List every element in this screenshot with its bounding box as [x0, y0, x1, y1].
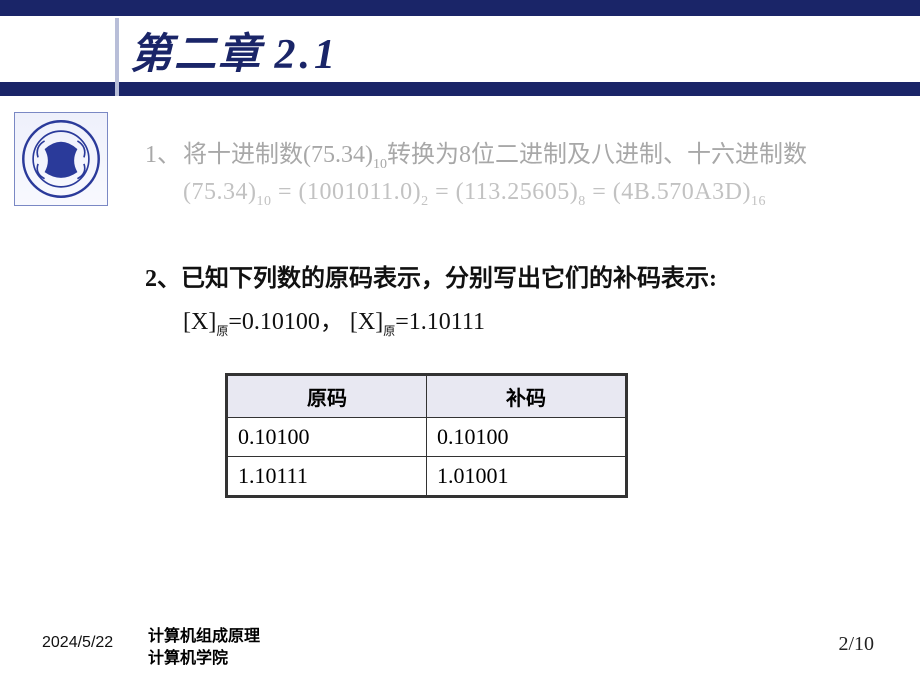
q2-text: 已知下列数的原码表示，分别写出它们的补码表示: — [181, 266, 717, 292]
logo-icon — [20, 118, 102, 200]
q2-prefix: 2、 — [145, 266, 181, 292]
chapter-cn: 第二章 — [130, 32, 262, 78]
q2-x1-pre: [X] — [183, 309, 216, 335]
q1-sub-a: 10 — [373, 157, 387, 172]
slide-content: 1、将十进制数(75.34)10转换为8位二进制及八进制、十六进制数 (75.3… — [145, 134, 885, 498]
footer-course: 计算机组成原理 — [148, 622, 260, 646]
q2-x2-sub: 原 — [383, 324, 395, 338]
chapter-number: 2.1 — [275, 32, 340, 78]
chapter-title: 第二章 2.1 — [130, 20, 339, 81]
q1-equation: (75.34)10 = (1001011.0)2 = (113.25605)8 … — [183, 179, 885, 210]
eq-s3: 8 — [578, 194, 586, 209]
eq-p2: = (1001011.0) — [271, 179, 421, 205]
q2-equation: [X]原=0.10100， [X]原=1.10111 — [183, 301, 885, 339]
cell-r0c1: 0.10100 — [427, 417, 627, 456]
code-table: 原码 补码 0.10100 0.10100 1.10111 1.01001 — [225, 373, 885, 498]
footer-page: 2/10 — [838, 633, 874, 656]
q2-x1-val: =0.10100， — [228, 309, 344, 335]
eq-s1: 10 — [256, 194, 271, 209]
university-logo — [14, 112, 108, 206]
top-accent-bar — [0, 0, 920, 16]
eq-p4: = (4B.570A3D) — [586, 179, 751, 205]
eq-s2: 2 — [421, 194, 429, 209]
table-header-row: 原码 补码 — [227, 374, 627, 417]
q1-prefix: 1、 — [145, 142, 181, 168]
table-row: 1.10111 1.01001 — [227, 456, 627, 496]
question-2: 2、已知下列数的原码表示，分别写出它们的补码表示: — [145, 258, 885, 293]
title-divider — [115, 18, 119, 96]
cell-r1c1: 1.01001 — [427, 456, 627, 496]
eq-s4: 16 — [751, 194, 766, 209]
question-1: 1、将十进制数(75.34)10转换为8位二进制及八进制、十六进制数 — [145, 134, 885, 177]
cell-r1c0: 1.10111 — [227, 456, 427, 496]
q1-text-a: 将十进制数(75.34) — [183, 142, 373, 168]
q2-x2-val: =1.10111 — [395, 309, 485, 335]
table-row: 0.10100 0.10100 — [227, 417, 627, 456]
th-original: 原码 — [227, 374, 427, 417]
title-area: 第二章 2.1 — [0, 18, 920, 96]
th-complement: 补码 — [427, 374, 627, 417]
footer-dept: 计算机学院 — [148, 644, 228, 668]
q1-text-b: 转换为8位二进制及八进制、十六进制数 — [387, 142, 807, 168]
q2-x2-pre: [X] — [350, 309, 383, 335]
original-complement-table: 原码 补码 0.10100 0.10100 1.10111 1.01001 — [225, 373, 628, 498]
eq-p3: = (113.25605) — [429, 179, 579, 205]
cell-r0c0: 0.10100 — [227, 417, 427, 456]
footer-date: 2024/5/22 — [42, 634, 113, 652]
eq-p1: (75.34) — [183, 179, 256, 205]
q2-x1-sub: 原 — [216, 324, 228, 338]
